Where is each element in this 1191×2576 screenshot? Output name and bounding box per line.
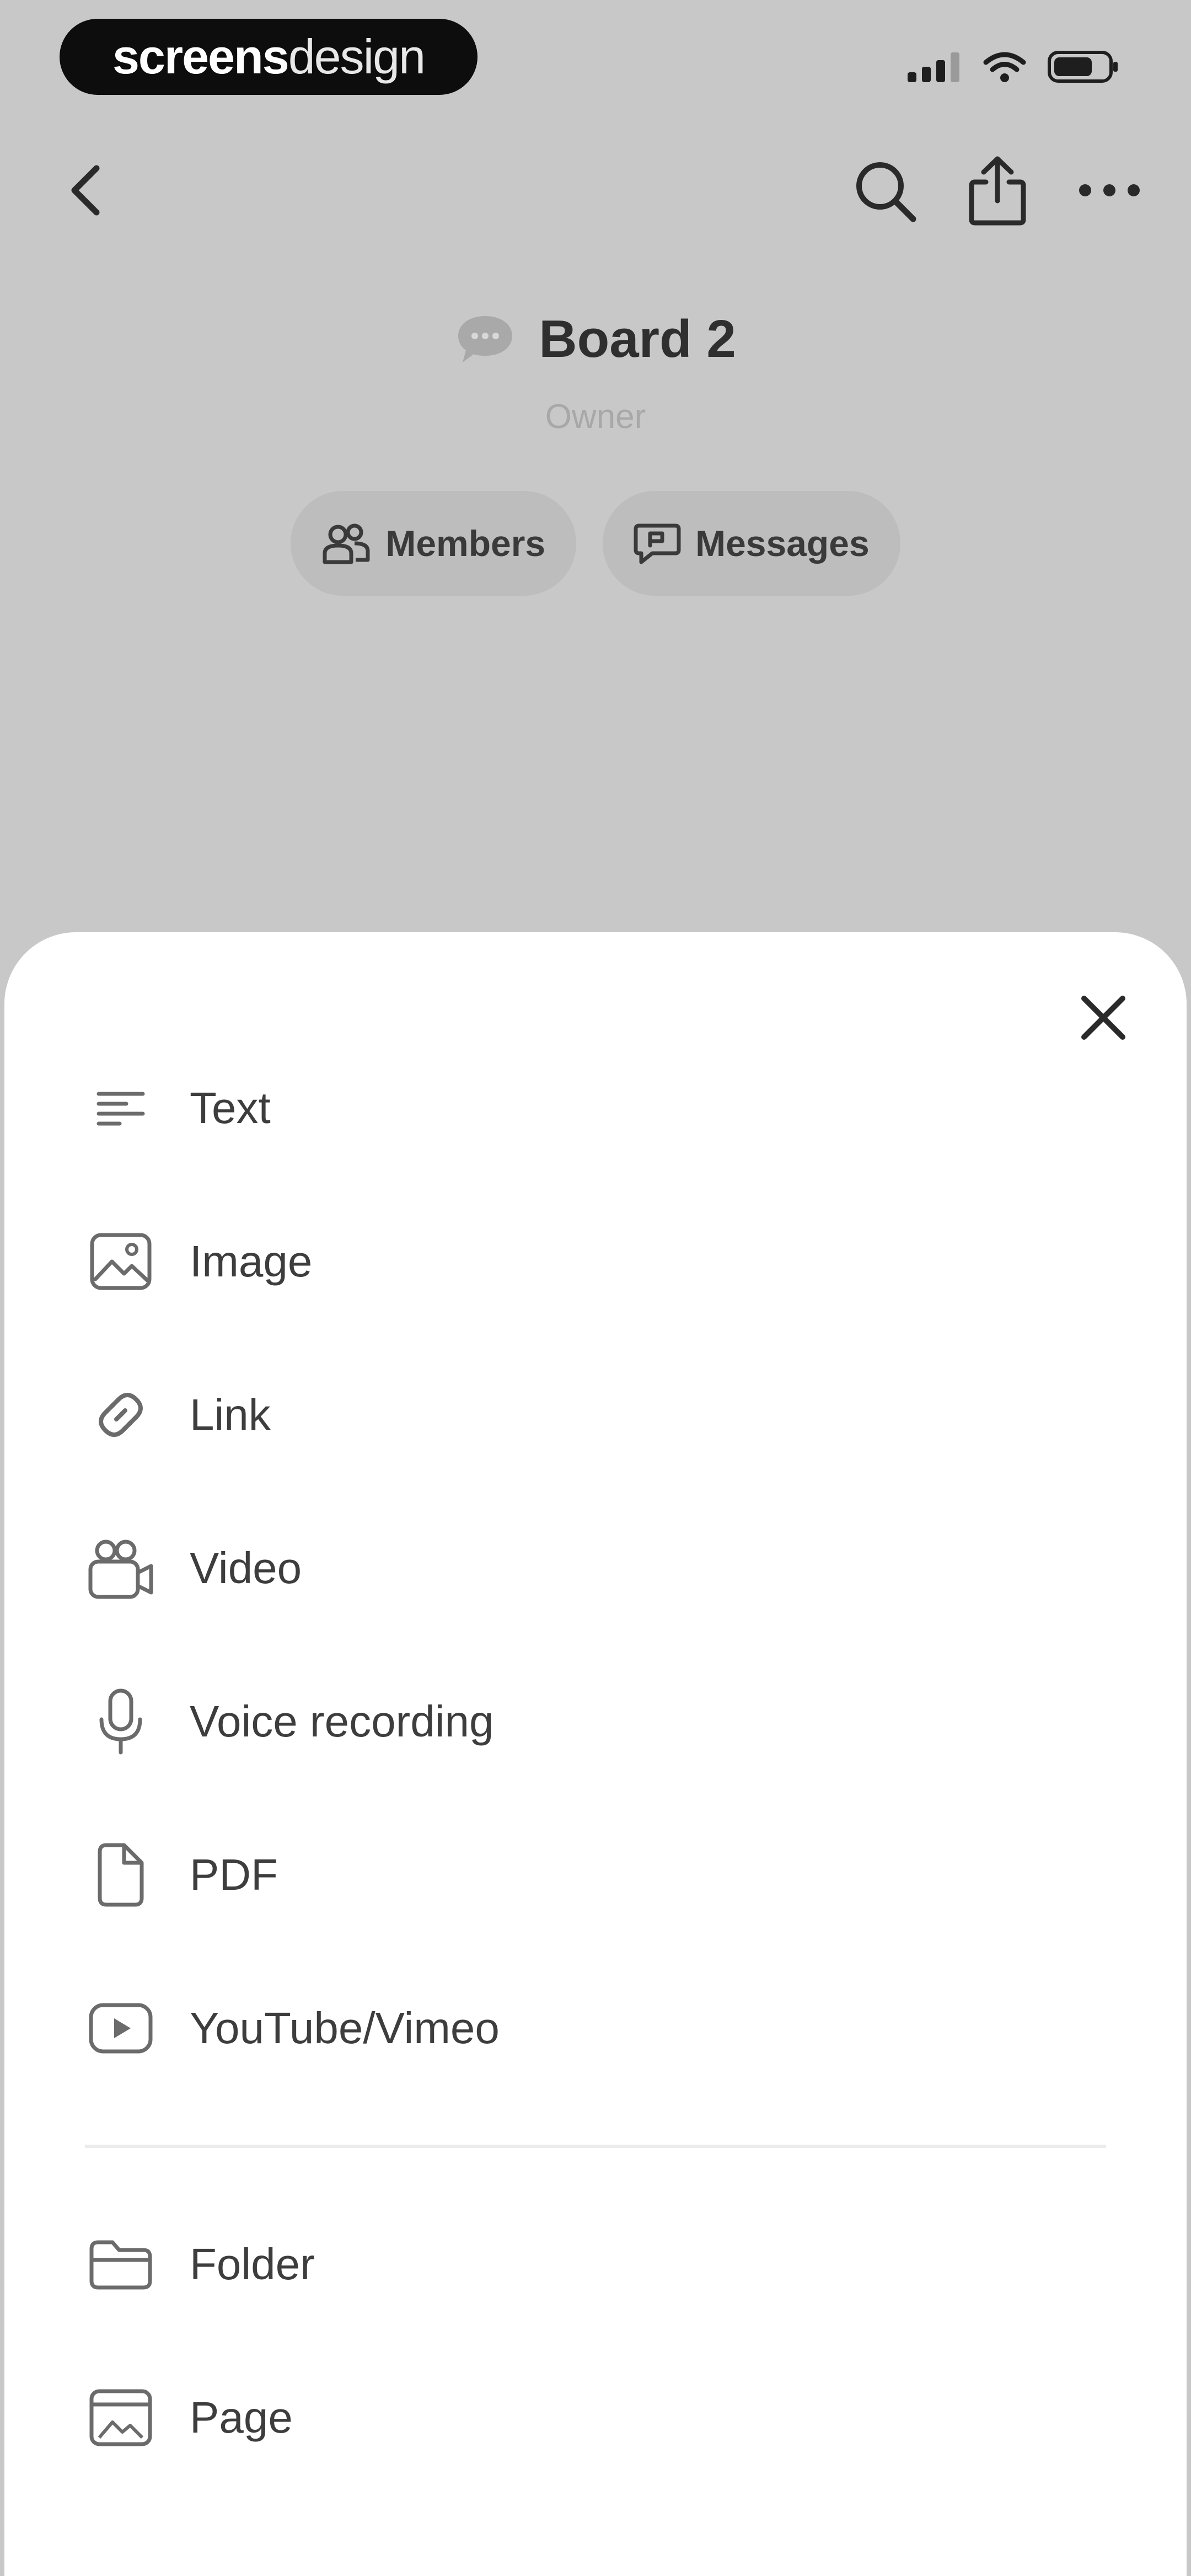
board-title: Board 2 (539, 309, 736, 368)
menu-item-label: YouTube/Vimeo (190, 2003, 500, 2053)
members-label: Members (385, 523, 546, 564)
menu-item-label: Video (190, 1543, 302, 1592)
page-icon (85, 2382, 157, 2454)
board-actions: Members Messages (0, 491, 1191, 596)
video-icon (85, 1532, 157, 1604)
status-icons (906, 47, 1119, 86)
menu-item-text[interactable]: Text (4, 1032, 1187, 1185)
members-button[interactable]: Members (291, 491, 577, 596)
microphone-icon (85, 1686, 157, 1757)
back-button[interactable] (61, 154, 110, 226)
add-content-menu: Text Image Link Video Voice recording PD… (4, 1032, 1187, 2494)
menu-item-image[interactable]: Image (4, 1185, 1187, 1338)
board-role: Owner (545, 398, 646, 436)
menu-divider (85, 2145, 1106, 2148)
menu-item-folder[interactable]: Folder (4, 2188, 1187, 2341)
wifi-icon (983, 50, 1027, 83)
menu-item-label: Text (190, 1083, 271, 1132)
search-icon (851, 157, 918, 223)
members-icon (321, 521, 371, 565)
menu-item-label: Voice recording (190, 1697, 494, 1746)
messages-icon (634, 521, 681, 565)
share-button[interactable] (967, 154, 1028, 226)
messages-button[interactable]: Messages (603, 491, 900, 596)
menu-item-label: PDF (190, 1850, 278, 1899)
play-icon (85, 1992, 157, 2064)
text-icon (85, 1072, 157, 1144)
menu-item-link[interactable]: Link (4, 1338, 1187, 1492)
image-icon (85, 1226, 157, 1297)
add-content-sheet: Text Image Link Video Voice recording PD… (4, 932, 1187, 2576)
more-icon (1077, 182, 1141, 199)
share-icon (967, 154, 1028, 226)
menu-item-pdf[interactable]: PDF (4, 1798, 1187, 1952)
back-icon (66, 163, 105, 218)
menu-item-youtube-vimeo[interactable]: YouTube/Vimeo (4, 1952, 1187, 2105)
menu-item-label: Link (190, 1390, 271, 1439)
link-icon (85, 1379, 157, 1451)
nav-actions (851, 154, 1141, 226)
menu-item-voice-recording[interactable]: Voice recording (4, 1645, 1187, 1798)
folder-icon (85, 2228, 157, 2300)
menu-item-label: Page (190, 2393, 293, 2442)
menu-item-label: Image (190, 1237, 313, 1286)
board-title-row: Board 2 (0, 309, 1191, 370)
more-button[interactable] (1077, 182, 1141, 199)
screen: screens design Board 2 Owner Members Mes… (0, 0, 1191, 2576)
messages-label: Messages (695, 523, 870, 564)
document-icon (85, 1839, 157, 1911)
menu-item-label: Folder (190, 2240, 315, 2289)
speech-bubble-icon (455, 312, 516, 367)
search-button[interactable] (851, 157, 918, 223)
brand-text-bold: screens (112, 29, 289, 84)
battery-icon (1048, 50, 1119, 84)
brand-text-light: design (288, 29, 426, 84)
signal-icon (906, 50, 962, 83)
menu-item-video[interactable]: Video (4, 1492, 1187, 1645)
brand-badge: screens design (60, 19, 478, 95)
menu-item-page[interactable]: Page (4, 2341, 1187, 2494)
